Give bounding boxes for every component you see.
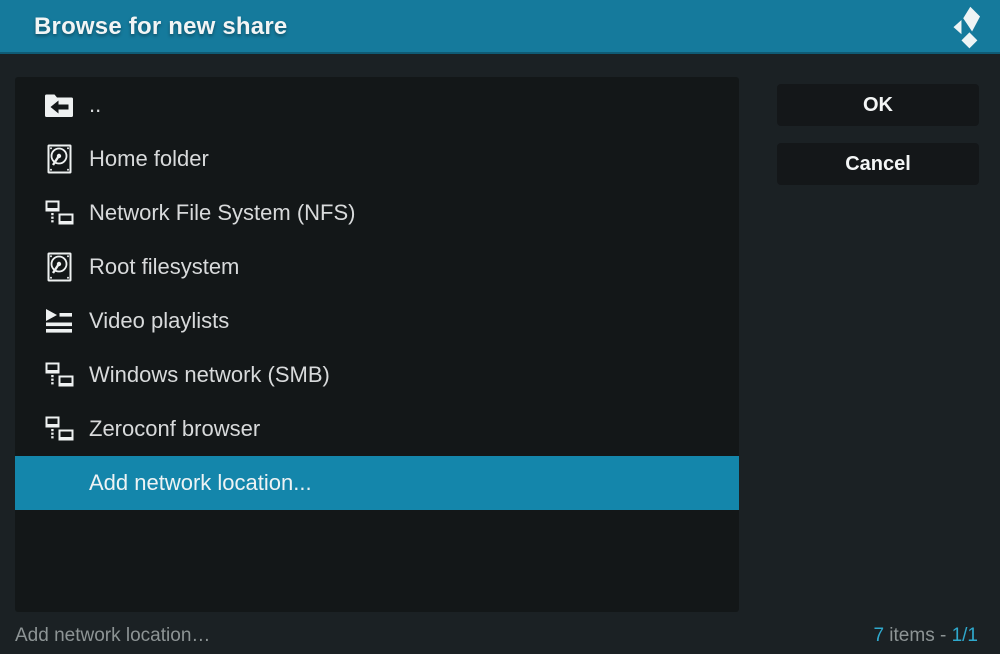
- harddisk-icon: [43, 143, 75, 175]
- network-icon: [43, 413, 75, 445]
- list-item-label: Root filesystem: [89, 254, 239, 280]
- cancel-button[interactable]: Cancel: [777, 143, 979, 185]
- list-item[interactable]: Windows network (SMB): [15, 348, 739, 402]
- list-item-label: ..: [89, 92, 101, 118]
- list-item-label: Zeroconf browser: [89, 416, 260, 442]
- list-item[interactable]: Video playlists: [15, 294, 739, 348]
- kodi-logo-icon: [942, 5, 988, 51]
- list-item-label: Add network location...: [89, 470, 312, 496]
- item-count-number: 7: [873, 625, 884, 646]
- ok-button[interactable]: OK: [777, 84, 979, 126]
- playlist-icon: [43, 305, 75, 337]
- file-list: .. Home folder Network File System (NFS) Ro…: [15, 77, 739, 612]
- list-item-label: Video playlists: [89, 308, 229, 334]
- harddisk-icon: [43, 251, 75, 283]
- status-item-count: 7 items - 1/1: [873, 625, 978, 647]
- list-item[interactable]: Home folder: [15, 132, 739, 186]
- list-item[interactable]: Root filesystem: [15, 240, 739, 294]
- list-item-label: Network File System (NFS): [89, 200, 355, 226]
- dialog-title: Browse for new share: [34, 0, 287, 54]
- list-item-label: Windows network (SMB): [89, 362, 330, 388]
- list-item[interactable]: Zeroconf browser: [15, 402, 739, 456]
- network-icon: [43, 359, 75, 391]
- items-label: items -: [884, 625, 952, 646]
- page-indicator: 1/1: [952, 625, 978, 646]
- list-item-label: Home folder: [89, 146, 209, 172]
- status-selected-item: Add network location…: [15, 625, 210, 647]
- network-icon: [43, 197, 75, 229]
- folder-up-icon: [43, 89, 75, 121]
- list-item[interactable]: Network File System (NFS): [15, 186, 739, 240]
- list-item[interactable]: Add network location...: [15, 456, 739, 510]
- no-icon: [43, 467, 75, 499]
- list-item[interactable]: ..: [15, 78, 739, 132]
- dialog-header: Browse for new share: [0, 0, 1000, 54]
